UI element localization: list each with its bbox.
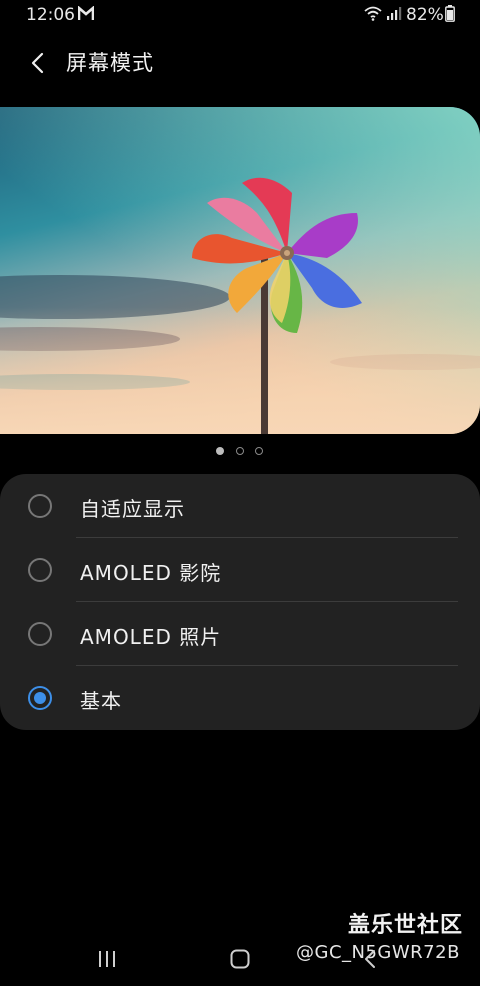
radio-button[interactable] bbox=[28, 622, 52, 646]
page-title: 屏幕模式 bbox=[66, 51, 154, 75]
wifi-icon bbox=[364, 6, 382, 21]
option-label: AMOLED 影院 bbox=[80, 561, 222, 585]
page-indicator bbox=[0, 447, 480, 457]
page-dot-3[interactable] bbox=[255, 447, 263, 455]
header: 屏幕模式 bbox=[0, 36, 480, 88]
page-dot-1[interactable] bbox=[216, 447, 224, 455]
signal-icon bbox=[387, 7, 402, 20]
status-bar: 12:06 82% bbox=[0, 0, 480, 30]
option-basic[interactable]: 基本 bbox=[0, 666, 480, 730]
option-label: 基本 bbox=[80, 689, 122, 713]
radio-button-selected[interactable] bbox=[28, 686, 52, 710]
radio-button[interactable] bbox=[28, 558, 52, 582]
screen-mode-options: 自适应显示 AMOLED 影院 AMOLED 照片 基本 bbox=[0, 474, 480, 730]
watermark-title: 盖乐世社区 bbox=[348, 913, 464, 938]
radio-button[interactable] bbox=[28, 494, 52, 518]
back-icon[interactable] bbox=[362, 949, 378, 969]
battery-icon bbox=[445, 5, 455, 22]
preview-image[interactable] bbox=[0, 107, 480, 434]
gmail-icon bbox=[78, 6, 94, 20]
recents-icon[interactable] bbox=[97, 950, 117, 968]
back-button[interactable] bbox=[22, 46, 54, 78]
option-amoled-photo[interactable]: AMOLED 照片 bbox=[0, 602, 480, 666]
chevron-left-icon bbox=[31, 52, 44, 74]
option-amoled-cinema[interactable]: AMOLED 影院 bbox=[0, 538, 480, 602]
home-icon[interactable] bbox=[230, 949, 250, 969]
pinwheel-photo bbox=[0, 107, 480, 434]
option-adaptive-display[interactable]: 自适应显示 bbox=[0, 474, 480, 538]
option-label: AMOLED 照片 bbox=[80, 625, 222, 649]
status-time: 12:06 bbox=[26, 5, 75, 25]
battery-percentage: 82% bbox=[406, 5, 444, 25]
option-label: 自适应显示 bbox=[80, 497, 185, 521]
page-dot-2[interactable] bbox=[236, 447, 244, 455]
